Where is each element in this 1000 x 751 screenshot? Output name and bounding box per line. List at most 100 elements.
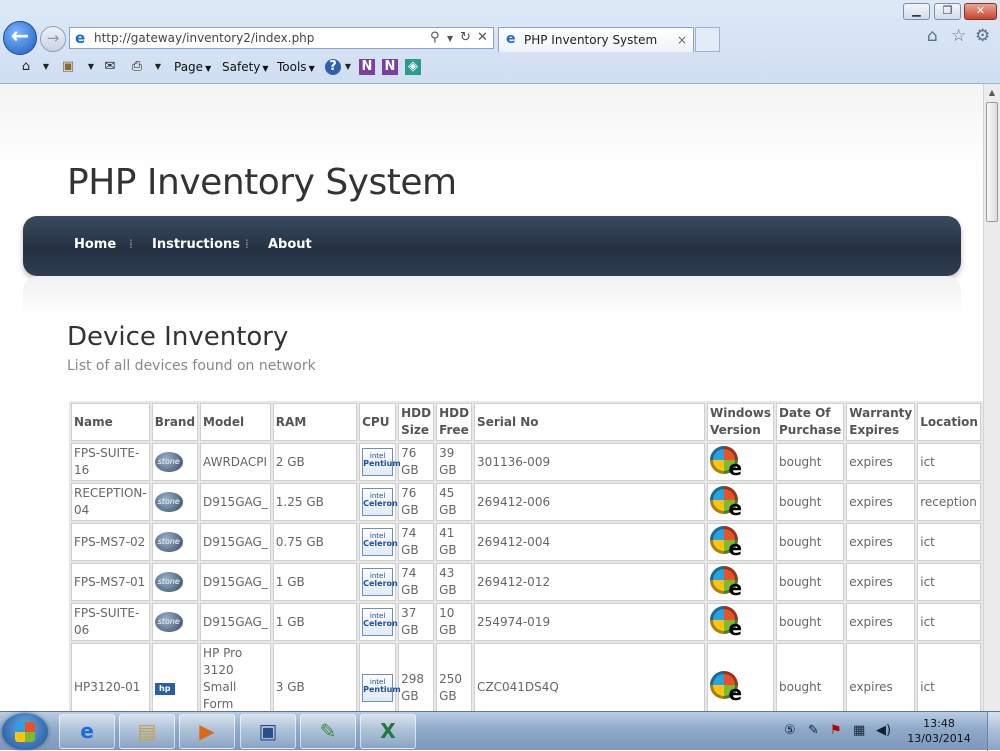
start-button[interactable]	[2, 713, 48, 750]
cell-serial: 254974-019	[474, 603, 706, 641]
cell-hdd-size: 298 GB	[398, 643, 435, 711]
cell-name: FPS-SUITE-16	[71, 443, 150, 481]
stone-logo-icon: stone	[154, 612, 183, 632]
col-header-hdd-free: HDD Free	[436, 403, 473, 441]
windows-ie-icon: e	[710, 445, 742, 478]
taskbar-explorer[interactable]: ▤	[119, 714, 175, 749]
vertical-scrollbar[interactable]: ▲	[983, 84, 1000, 711]
system-clock[interactable]: 13:48 13/03/2014	[900, 716, 978, 746]
home-dropdown-icon[interactable]: ▼	[38, 59, 54, 75]
cell-windows: e	[707, 443, 774, 481]
scrollbar-thumb[interactable]	[986, 102, 998, 222]
cell-warranty: expires	[846, 443, 916, 481]
tray-skype-icon[interactable]: ⑤	[784, 723, 796, 738]
mail-icon[interactable]: ✉	[102, 59, 118, 75]
cell-hdd-size: 76 GB	[398, 443, 435, 481]
cell-brand: stone	[151, 483, 199, 521]
taskbar-project-app[interactable]: ✎	[300, 714, 356, 749]
cell-windows: e	[707, 603, 774, 641]
back-button[interactable]: ←	[3, 21, 37, 55]
search-icon[interactable]: ⚲	[430, 28, 440, 48]
section-title: Device Inventory	[67, 322, 289, 352]
help-dropdown-icon[interactable]: ▼	[340, 59, 356, 75]
print-dropdown-icon[interactable]: ▼	[150, 59, 166, 75]
rss-feed-icon[interactable]: ▣	[60, 59, 76, 75]
cell-brand: hp	[151, 643, 199, 711]
help-icon[interactable]: ?	[325, 59, 341, 75]
forward-arrow-icon: →	[46, 29, 60, 47]
onenote-icon[interactable]: N	[359, 59, 375, 75]
cell-model: D915GAG_	[200, 483, 271, 521]
cell-serial: 269412-012	[474, 563, 706, 601]
table-row: RECEPTION-04 stone D915GAG_ 1.25 GB intel Cel…	[71, 483, 981, 521]
intel-cpu-icon: intel Pentium	[362, 673, 401, 702]
addon-icon[interactable]: ◈	[405, 59, 421, 75]
tools-menu[interactable]: Tools ▼	[277, 59, 315, 77]
cell-cpu: intel Pentium	[359, 443, 401, 481]
address-url[interactable]: http://gateway/inventory2/index.php	[94, 28, 314, 48]
cell-ram: 1 GB	[272, 563, 358, 601]
cell-model: AWRDACPI	[200, 443, 271, 481]
cell-warranty: expires	[846, 483, 916, 521]
cell-model: D915GAG_	[200, 563, 271, 601]
gear-icon[interactable]: ⚙	[975, 26, 990, 46]
maximize-button[interactable]: ❐	[934, 3, 961, 20]
col-header-cpu: CPU	[359, 403, 397, 441]
taskbar-remote-desktop[interactable]: ▣	[240, 714, 296, 749]
new-tab-button[interactable]	[695, 27, 720, 52]
favorites-star-icon[interactable]: ☆	[951, 26, 966, 46]
clock-date: 13/03/2014	[907, 732, 971, 745]
refresh-icon[interactable]: ↻	[460, 28, 471, 48]
scroll-up-icon[interactable]: ▲	[984, 84, 1000, 101]
print-icon[interactable]: ⎙	[129, 59, 145, 75]
taskbar-media-player[interactable]: ▶	[179, 714, 235, 749]
taskbar-ie[interactable]: e	[59, 714, 115, 749]
browser-tab[interactable]: e PHP Inventory System ×	[498, 27, 694, 52]
windows-ie-icon: e	[710, 525, 742, 558]
search-dropdown-icon[interactable]: ▼	[447, 29, 453, 49]
windows-ie-icon: e	[710, 565, 742, 598]
col-header-warranty: Warranty Expires	[846, 403, 916, 441]
tab-close-icon[interactable]: ×	[677, 28, 687, 52]
page-menu[interactable]: Page ▼	[174, 59, 211, 77]
windows-ie-icon: e	[710, 671, 742, 703]
close-window-button[interactable]: ✕	[964, 3, 997, 20]
nav-instructions[interactable]: Instructions	[152, 237, 240, 252]
table-row: FPS-SUITE-06 stone D915GAG_ 1 GB intel Celero…	[71, 603, 981, 641]
show-desktop-button[interactable]	[987, 712, 1000, 751]
windows-ie-icon: e	[710, 605, 742, 638]
cell-location: reception	[917, 483, 981, 521]
cpu-model: Celeron	[363, 539, 398, 548]
safety-menu[interactable]: Safety ▼	[222, 59, 269, 77]
cell-windows: e	[707, 643, 774, 711]
col-header-name: Name	[71, 403, 150, 441]
cpu-model: Celeron	[363, 579, 398, 588]
tray-tools-icon[interactable]: ✎	[808, 723, 819, 738]
nav-about[interactable]: About	[268, 237, 312, 252]
address-bar[interactable]: e http://gateway/inventory2/index.php ⚲ …	[69, 27, 494, 49]
section-subtitle: List of all devices found on network	[67, 358, 316, 374]
home-icon[interactable]: ⌂	[18, 59, 34, 75]
rss-dropdown-icon[interactable]: ▼	[83, 59, 99, 75]
intel-cpu-icon: intel Celeron	[362, 568, 398, 596]
nav-home[interactable]: Home	[74, 237, 116, 252]
cell-purchase: bought	[775, 443, 845, 481]
table-header-row: Name Brand Model RAM CPU HDD Size HDD Fr…	[71, 403, 981, 441]
cell-location: ict	[917, 443, 981, 481]
col-header-location: Location	[917, 403, 981, 441]
col-header-purchase: Date Of Purchase	[775, 403, 845, 441]
onenote-linked-icon[interactable]: N	[382, 59, 398, 75]
stop-icon[interactable]: ✕	[477, 28, 488, 48]
minimize-button[interactable]: ▁	[903, 3, 930, 20]
cell-model: HP Pro 3120 Small Form Factor PC	[200, 643, 271, 711]
col-header-ram: RAM	[272, 403, 358, 441]
tray-volume-icon[interactable]: ◀)	[876, 723, 891, 738]
home-icon[interactable]: ⌂	[927, 26, 938, 46]
tray-network-icon[interactable]: ▦	[853, 723, 865, 738]
cpu-model: Celeron	[363, 619, 398, 628]
tray-flag-icon[interactable]: ⚑	[830, 723, 842, 738]
cell-model: D915GAG_	[200, 523, 271, 561]
forward-button[interactable]: →	[40, 26, 66, 52]
col-header-hdd-size: HDD Size	[398, 403, 435, 441]
taskbar-excel[interactable]: X	[360, 714, 416, 749]
